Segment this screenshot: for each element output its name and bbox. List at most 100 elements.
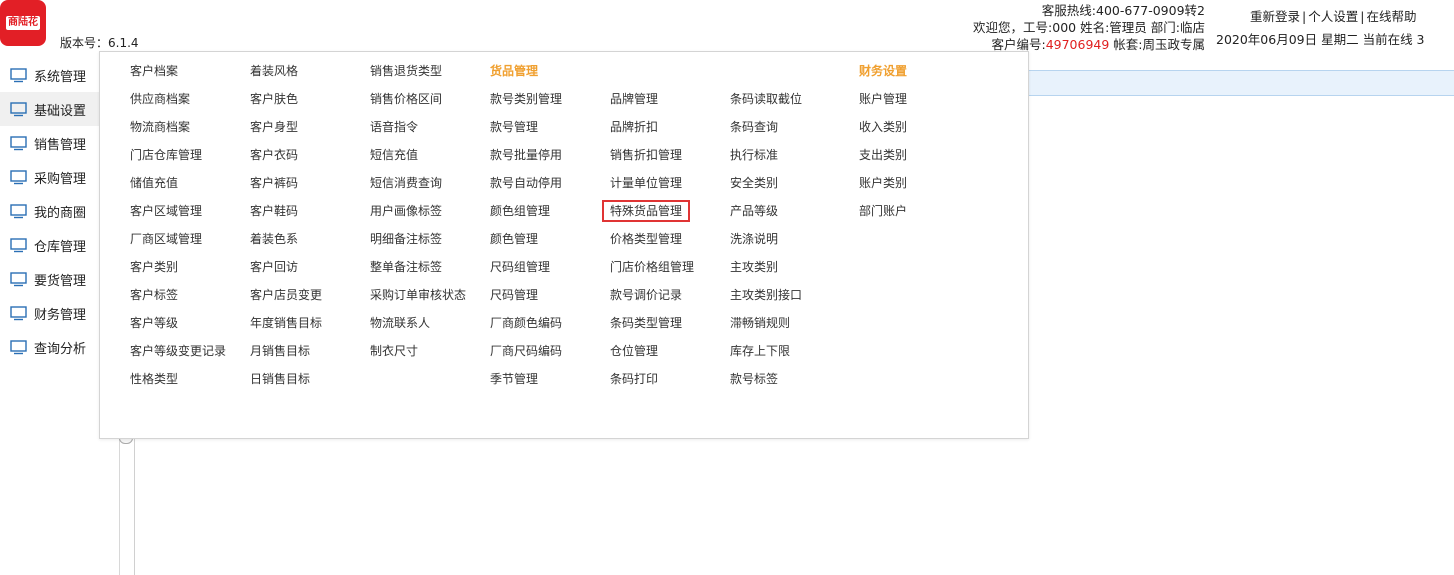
menu-item[interactable]: 款号自动停用: [490, 172, 562, 200]
menu-item[interactable]: 客户店员变更: [250, 284, 322, 312]
menu-item[interactable]: 门店仓库管理: [130, 144, 226, 172]
menu-item[interactable]: 月销售目标: [250, 340, 322, 368]
menu-item[interactable]: 安全类别: [730, 172, 802, 200]
menu-item[interactable]: 仓位管理: [610, 340, 694, 368]
sidebar-item-label: 销售管理: [34, 137, 87, 153]
menu-item[interactable]: 滞畅销规则: [730, 312, 802, 340]
header-info: 客服热线:400-677-0909转2 欢迎您，工号:000 姓名:管理员 部门…: [885, 2, 1205, 53]
sidebar-item-6[interactable]: 要货管理: [0, 262, 100, 296]
menu-item[interactable]: 厂商颜色编码: [490, 312, 562, 340]
menu-item[interactable]: 客户衣码: [250, 144, 322, 172]
menu-item[interactable]: 客户鞋码: [250, 200, 322, 228]
menu-item[interactable]: 客户标签: [130, 284, 226, 312]
menu-item[interactable]: 库存上下限: [730, 340, 802, 368]
menu-item[interactable]: 客户区域管理: [130, 200, 226, 228]
menu-item[interactable]: 整单备注标签: [370, 256, 466, 284]
menu-item[interactable]: 短信充值: [370, 144, 466, 172]
menu-item[interactable]: 价格类型管理: [610, 228, 694, 256]
menu-item[interactable]: 销售价格区间: [370, 88, 466, 116]
menu-item[interactable]: 物流商档案: [130, 116, 226, 144]
menu-item[interactable]: 计量单位管理: [610, 172, 694, 200]
menu-item[interactable]: 账户管理: [859, 88, 907, 116]
menu-item[interactable]: 客户档案: [130, 60, 226, 88]
menu-item[interactable]: 着装风格: [250, 60, 322, 88]
sidebar-item-3[interactable]: 采购管理: [0, 160, 100, 194]
menu-item[interactable]: 客户肤色: [250, 88, 322, 116]
menu-item[interactable]: 部门账户: [859, 200, 907, 228]
menu-item[interactable]: 账户类别: [859, 172, 907, 200]
menu-item[interactable]: 客户等级变更记录: [130, 340, 226, 368]
menu-item[interactable]: 主攻类别: [730, 256, 802, 284]
sidebar-item-4[interactable]: 我的商圈: [0, 194, 100, 228]
menu-item[interactable]: 门店价格组管理: [610, 256, 694, 284]
menu-item[interactable]: 洗涤说明: [730, 228, 802, 256]
sidebar-item-label: 要货管理: [34, 273, 87, 289]
monitor-icon: [10, 101, 34, 117]
menu-item[interactable]: 颜色组管理: [490, 200, 562, 228]
menu-item[interactable]: 收入类别: [859, 116, 907, 144]
menu-item[interactable]: 用户画像标签: [370, 200, 466, 228]
menu-item[interactable]: 性格类型: [130, 368, 226, 396]
menu-item[interactable]: 物流联系人: [370, 312, 466, 340]
sidebar-item-7[interactable]: 财务管理: [0, 296, 100, 330]
menu-item[interactable]: 款号管理: [490, 116, 562, 144]
menu-item[interactable]: 采购订单审核状态: [370, 284, 466, 312]
menu-item[interactable]: 执行标准: [730, 144, 802, 172]
sidebar-item-label: 仓库管理: [34, 239, 87, 255]
relogin-link[interactable]: 重新登录: [1250, 9, 1300, 24]
menu-item[interactable]: 条码读取截位: [730, 88, 802, 116]
menu-item[interactable]: 短信消费查询: [370, 172, 466, 200]
menu-column-2: 销售退货类型 销售价格区间 语音指令 短信充值 短信消费查询 用户画像标签 明细备注标签 整单…: [370, 60, 466, 368]
menu-item[interactable]: 尺码管理: [490, 284, 562, 312]
personal-settings-link[interactable]: 个人设置: [1308, 9, 1358, 24]
menu-item[interactable]: 客户类别: [130, 256, 226, 284]
menu-item[interactable]: 款号标签: [730, 368, 802, 396]
menu-item[interactable]: 品牌管理: [610, 88, 694, 116]
menu-item[interactable]: 品牌折扣: [610, 116, 694, 144]
sidebar-item-label: 我的商圈: [34, 205, 87, 221]
sidebar-item-label: 财务管理: [34, 307, 87, 323]
menu-item[interactable]: 客户裤码: [250, 172, 322, 200]
menu-item[interactable]: 语音指令: [370, 116, 466, 144]
monitor-icon: [10, 203, 34, 219]
menu-item[interactable]: 年度销售目标: [250, 312, 322, 340]
sidebar-item-2[interactable]: 销售管理: [0, 126, 100, 160]
menu-item[interactable]: 特殊货品管理: [601, 200, 694, 228]
menu-item[interactable]: 条码查询: [730, 116, 802, 144]
menu-item[interactable]: 支出类别: [859, 144, 907, 172]
menu-item[interactable]: 厂商区域管理: [130, 228, 226, 256]
sidebar-item-label: 基础设置: [34, 103, 87, 119]
menu-item[interactable]: 条码打印: [610, 368, 694, 396]
menu-item[interactable]: 客户等级: [130, 312, 226, 340]
sidebar-item-0[interactable]: 系统管理: [0, 58, 100, 92]
menu-item[interactable]: 厂商尺码编码: [490, 340, 562, 368]
menu-item[interactable]: 主攻类别接口: [730, 284, 802, 312]
menu-item[interactable]: 销售折扣管理: [610, 144, 694, 172]
menu-column-0: 客户档案 供应商档案 物流商档案 门店仓库管理 储值充值 客户区域管理 厂商区域管理 客户类别…: [130, 60, 226, 396]
menu-column-6: 财务设置 账户管理 收入类别 支出类别 账户类别 部门账户: [859, 60, 907, 228]
account-number: 49706949: [1045, 37, 1110, 52]
menu-item[interactable]: 明细备注标签: [370, 228, 466, 256]
menu-item[interactable]: 条码类型管理: [610, 312, 694, 340]
online-help-link[interactable]: 在线帮助: [1366, 9, 1416, 24]
menu-item[interactable]: 颜色管理: [490, 228, 562, 256]
menu-item[interactable]: 制衣尺寸: [370, 340, 466, 368]
menu-item[interactable]: 款号调价记录: [610, 284, 694, 312]
sidebar-item-5[interactable]: 仓库管理: [0, 228, 100, 262]
monitor-icon: [10, 305, 34, 321]
menu-item[interactable]: 产品等级: [730, 200, 802, 228]
menu-item[interactable]: 款号类别管理: [490, 88, 562, 116]
basic-settings-menu: 客户档案 供应商档案 物流商档案 门店仓库管理 储值充值 客户区域管理 厂商区域管理 客户类别…: [99, 51, 1029, 439]
sidebar-item-8[interactable]: 查询分析: [0, 330, 100, 364]
menu-item[interactable]: 尺码组管理: [490, 256, 562, 284]
menu-item[interactable]: 季节管理: [490, 368, 562, 396]
menu-item[interactable]: 客户身型: [250, 116, 322, 144]
menu-item[interactable]: 着装色系: [250, 228, 322, 256]
menu-item[interactable]: 供应商档案: [130, 88, 226, 116]
sidebar-item-1[interactable]: 基础设置: [0, 92, 100, 126]
menu-item[interactable]: 日销售目标: [250, 368, 322, 396]
menu-item[interactable]: 储值充值: [130, 172, 226, 200]
menu-item[interactable]: 客户回访: [250, 256, 322, 284]
menu-item[interactable]: 款号批量停用: [490, 144, 562, 172]
menu-item[interactable]: 销售退货类型: [370, 60, 466, 88]
